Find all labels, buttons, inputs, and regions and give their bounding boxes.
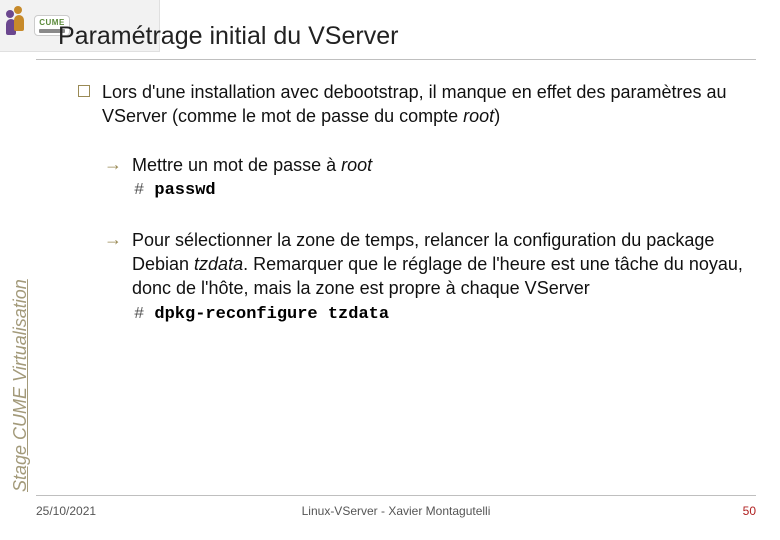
code-2: # dpkg-reconfigure tzdata (134, 305, 748, 324)
title-underline (36, 59, 756, 60)
bullet-1-italic: root (463, 106, 494, 126)
people-icon (6, 6, 28, 46)
code-1: # passwd (134, 181, 748, 200)
footer-date: 25/10/2021 (36, 504, 96, 518)
code-2-hash: # (134, 305, 144, 324)
content-area: Lors d'une installation avec debootstrap… (78, 80, 748, 352)
sub-1-prefix: Mettre un mot de passe à (132, 155, 341, 175)
footer-page: 50 (743, 504, 756, 518)
sub-1-italic: root (341, 155, 372, 175)
footer: 25/10/2021 Linux-VServer - Xavier Montag… (36, 504, 756, 518)
code-1-cmd: passwd (144, 181, 215, 200)
code-2-cmd: dpkg-reconfigure tzdata (144, 305, 389, 324)
bullet-1: Lors d'une installation avec debootstrap… (78, 80, 748, 129)
sub-2: → Pour sélectionner la zone de temps, re… (104, 228, 748, 301)
arrow-icon: → (104, 154, 122, 175)
sub-2-italic1: tzdata (194, 254, 243, 274)
bullet-1-suffix: ) (494, 106, 500, 126)
sub-1-text: Mettre un mot de passe à root (132, 153, 372, 177)
slide-title: Paramétrage initial du VServer (58, 22, 398, 51)
code-1-hash: # (134, 181, 144, 200)
square-bullet-icon (78, 85, 90, 97)
sub-1: → Mettre un mot de passe à root (104, 153, 748, 177)
arrow-icon: → (104, 229, 122, 250)
side-label: Stage CUME Virtualisation (10, 279, 31, 492)
bullet-1-text: Lors d'une installation avec debootstrap… (102, 80, 748, 129)
footer-line (36, 495, 756, 496)
bullet-1-prefix: Lors d'une installation avec debootstrap… (102, 82, 727, 126)
footer-center: Linux-VServer - Xavier Montagutelli (36, 504, 756, 518)
sub-2-text: Pour sélectionner la zone de temps, rela… (132, 228, 748, 301)
